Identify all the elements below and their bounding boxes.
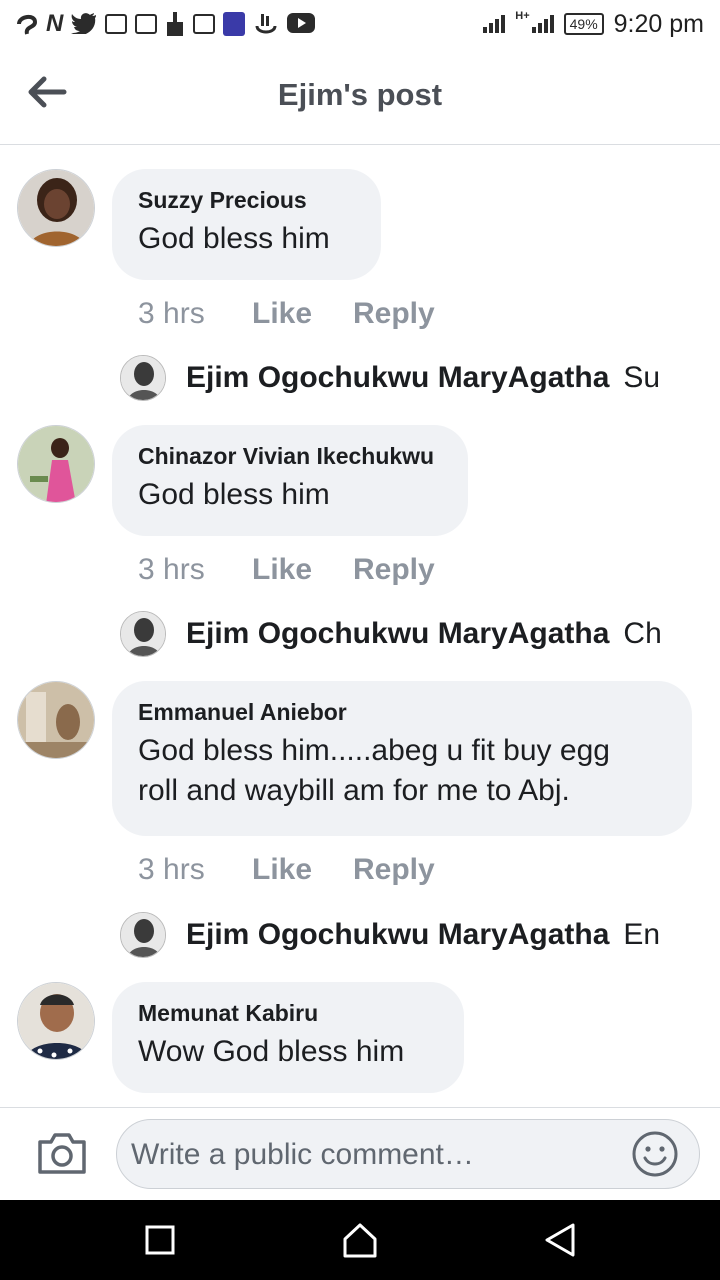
status-bar: N H+ 49% 9:20 pm [0,0,720,48]
home-icon [343,1223,377,1258]
cleaner-icon [165,12,185,36]
comment-bubble[interactable]: Emmanuel Aniebor God bless him.....abeg … [112,681,692,836]
reply-button[interactable]: Reply [353,553,435,587]
like-button[interactable]: Like [252,853,353,887]
signal-icon [483,15,506,33]
avatar[interactable] [17,982,95,1060]
n-icon: N [46,10,64,37]
system-nav-bar [0,1200,720,1280]
youtube-icon [287,12,316,36]
status-right: H+ 49% 9:20 pm [483,8,704,40]
reply-avatar [120,912,166,958]
home-button[interactable] [340,1220,380,1260]
notification-icons: N [16,10,316,38]
emoji-button[interactable] [631,1130,679,1178]
avatar[interactable] [17,425,95,503]
like-button[interactable]: Like [252,297,353,331]
recents-button[interactable] [140,1220,180,1260]
reply-author: Ejim Ogochukwu MaryAgatha [186,361,610,394]
reply-button[interactable]: Reply [353,853,435,887]
comment-actions: 3 hrs Like Reply [138,853,435,887]
comment-actions: 3 hrs Like Reply [138,553,435,587]
back-nav-button[interactable] [540,1220,580,1260]
network-type: H+ [515,10,530,22]
reply-snippet: Su [623,361,661,394]
reply-avatar [120,611,166,657]
signal-icon-2 [531,15,554,33]
camera-button[interactable] [36,1130,88,1176]
avatar[interactable] [17,169,95,247]
comment-author[interactable]: Emmanuel Aniebor [138,697,666,727]
bible-icon [223,12,246,36]
hand-icon [253,12,279,36]
comment-time[interactable]: 3 hrs [138,853,252,887]
avatar[interactable] [17,681,95,759]
image-icon [193,14,216,34]
reply-avatar [120,355,166,401]
square-icon [145,1225,175,1255]
comment-text: God bless him.....abeg u fit buy egg rol… [138,731,666,811]
reply-preview[interactable]: Ejim Ogochukwu MaryAgatha En [120,910,680,960]
page-title: Ejim's post [277,77,443,112]
battery-indicator: 49% [563,13,604,35]
comment-author[interactable]: Memunat Kabiru [138,998,438,1028]
comment-bubble[interactable]: Chinazor Vivian Ikechukwu God bless him [112,425,468,536]
comment-time[interactable]: 3 hrs [138,297,252,331]
comment-time[interactable]: 3 hrs [138,553,252,587]
reply-button[interactable]: Reply [353,297,435,331]
comment-actions: 3 hrs Like Reply [138,297,435,331]
camera-icon [38,1133,86,1174]
dji-icon [16,12,38,36]
comment-text-line: roll and waybill am for me to Abj. [138,774,570,807]
comment-text-line: God bless him.....abeg u fit buy egg [138,734,610,767]
comment-text: Wow God bless him [138,1035,405,1068]
comment-input-placeholder: Write a public comment… [131,1138,474,1171]
like-button[interactable]: Like [252,553,353,587]
app-header: Ejim's post [0,48,720,145]
reply-snippet: Ch [623,617,662,650]
comment-bubble[interactable]: Suzzy Precious God bless him [112,169,381,280]
comment-bubble[interactable]: Memunat Kabiru Wow God bless him [112,982,464,1093]
reply-preview[interactable]: Ejim Ogochukwu MaryAgatha Ch [120,609,680,659]
triangle-back-icon [545,1223,575,1257]
comment-composer: Write a public comment… [0,1107,720,1201]
reply-snippet: En [623,918,661,951]
reply-preview[interactable]: Ejim Ogochukwu MaryAgatha Su [120,353,680,403]
reply-author: Ejim Ogochukwu MaryAgatha [186,617,610,650]
comment-text: God bless him [138,222,330,255]
reply-author: Ejim Ogochukwu MaryAgatha [186,918,610,951]
gmail-icon [135,14,158,34]
comment-text: God bless him [138,478,330,511]
gmail-icon [105,14,128,34]
clock: 9:20 pm [613,9,704,38]
emoji-icon [632,1131,678,1177]
comment-input[interactable]: Write a public comment… [116,1119,700,1189]
comment-author[interactable]: Suzzy Precious [138,185,355,215]
comment-author[interactable]: Chinazor Vivian Ikechukwu [138,441,442,471]
twitter-icon [71,12,97,36]
